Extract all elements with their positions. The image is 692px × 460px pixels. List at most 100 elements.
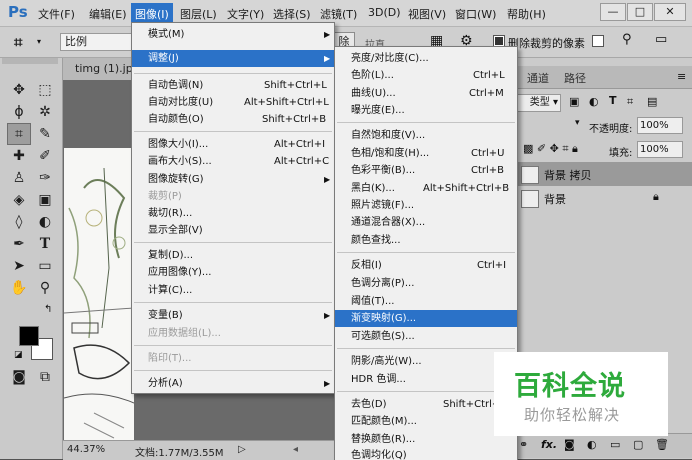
move-tool-icon[interactable]: ✥ [8, 80, 30, 100]
tab-paths[interactable]: 路径 [564, 70, 586, 86]
marquee-tool-icon[interactable]: ⬚ [34, 80, 56, 100]
crop-tool-icon[interactable]: ⌗ [7, 123, 31, 145]
menu-item-trim[interactable]: 裁切(R)... [132, 205, 334, 222]
menu-edit[interactable]: 编辑(E) [89, 6, 127, 22]
screen-mode-icon[interactable]: ⧉ [34, 367, 56, 387]
scroll-left-icon[interactable]: ◂ [293, 444, 298, 455]
type-tool-icon[interactable]: T [34, 234, 56, 254]
adjustment-layer-icon[interactable]: ◐ [587, 438, 597, 451]
history-brush-icon[interactable]: ✑ [34, 168, 56, 188]
add-mask-icon[interactable]: ◙ [564, 438, 575, 451]
dodge-tool-icon[interactable]: ◐ [34, 212, 56, 232]
eyedropper-icon[interactable]: ✎ [34, 124, 56, 144]
filter-pixel-icon[interactable]: ▣ [569, 95, 579, 108]
link-layers-icon[interactable]: ⚭ [519, 438, 528, 451]
healing-brush-icon[interactable]: ✚ [8, 146, 30, 166]
menu-item-desaturate[interactable]: 去色(D) Shift+Ctrl+ [335, 396, 517, 413]
zoom-level[interactable]: 44.37% [67, 444, 105, 455]
magic-wand-icon[interactable]: ✲ [34, 102, 56, 122]
menu-item-shadows-highlights[interactable]: 阴影/高光(W)... [335, 353, 517, 370]
filter-adjust-icon[interactable]: ◐ [589, 95, 599, 108]
minimize-button[interactable]: — [600, 3, 626, 21]
layer-row[interactable]: 背景 拷贝 [517, 162, 692, 186]
stamp-tool-icon[interactable]: ♙ [8, 168, 30, 188]
tool-preset-dropdown-icon[interactable]: ▾ [37, 37, 41, 46]
status-menu-arrow-icon[interactable]: ▷ [238, 444, 246, 455]
hand-tool-icon[interactable]: ✋ [8, 278, 30, 298]
search-icon[interactable]: ⚲ [622, 32, 632, 47]
content-aware-checkbox[interactable] [592, 35, 604, 47]
menu-item-variables[interactable]: 变量(B) ▶ [132, 307, 334, 324]
menu-item-channel-mixer[interactable]: 通道混合器(X)... [335, 214, 517, 231]
maximize-button[interactable]: □ [627, 3, 653, 21]
brush-tool-icon[interactable]: ✐ [34, 146, 56, 166]
menu-item-gradient-map[interactable]: 渐变映射(G)... [335, 310, 517, 327]
swap-colors-icon[interactable]: ↰ [44, 304, 52, 315]
lock-icons[interactable]: ▩ ✐ ✥ ⌗ 🔒︎ [523, 142, 578, 156]
filter-type-icon[interactable]: T [609, 94, 617, 107]
close-button[interactable]: ✕ [654, 3, 686, 21]
menu-item-auto-color[interactable]: 自动颜色(O) Shift+Ctrl+B [132, 111, 334, 128]
menu-item-canvas-size[interactable]: 画布大小(S)... Alt+Ctrl+C [132, 153, 334, 170]
menu-item-brightness-contrast[interactable]: 亮度/对比度(C)... [335, 50, 517, 67]
new-layer-icon[interactable]: ▢ [633, 438, 643, 451]
group-icon[interactable]: ▭ [610, 438, 620, 451]
workspace-icon[interactable]: ▭ [655, 32, 667, 47]
menu-item-levels[interactable]: 色阶(L)... Ctrl+L [335, 67, 517, 84]
gradient-tool-icon[interactable]: ▣ [34, 190, 56, 210]
document-tab[interactable]: timg (1).jpg [75, 62, 140, 75]
filter-shape-icon[interactable]: ⌗ [627, 95, 633, 109]
menu-item-threshold[interactable]: 阈值(T)... [335, 293, 517, 310]
menu-item-image-rotation[interactable]: 图像旋转(G) ▶ [132, 171, 334, 188]
menu-item-equalize[interactable]: 色调均化(Q) [335, 447, 517, 460]
menu-item-vibrance[interactable]: 自然饱和度(V)... [335, 127, 517, 144]
menu-item-match-color[interactable]: 匹配颜色(M)... [335, 413, 517, 430]
menu-item-hdr-toning[interactable]: HDR 色调... [335, 371, 517, 388]
eraser-tool-icon[interactable]: ◈ [8, 190, 30, 210]
menu-item-replace-color[interactable]: 替换颜色(R)... [335, 431, 517, 448]
blur-tool-icon[interactable]: ◊ [8, 212, 30, 232]
menu-item-selective-color[interactable]: 可选颜色(S)... [335, 328, 517, 345]
lasso-tool-icon[interactable]: ϕ [8, 102, 30, 122]
opacity-input[interactable]: 100% [637, 117, 683, 134]
menu-item-calculations[interactable]: 计算(C)... [132, 282, 334, 299]
menu-select[interactable]: 选择(S) [273, 6, 311, 22]
fill-input[interactable]: 100% [637, 141, 683, 158]
rectangle-tool-icon[interactable]: ▭ [34, 256, 56, 276]
menu-item-exposure[interactable]: 曝光度(E)... [335, 102, 517, 119]
trash-icon[interactable]: 🗑︎ [655, 438, 669, 451]
menu-filter[interactable]: 滤镜(T) [320, 6, 357, 22]
menu-item-photo-filter[interactable]: 照片滤镜(F)... [335, 197, 517, 214]
layer-filter-select[interactable]: 类型 ▾ [517, 94, 561, 112]
fx-icon[interactable]: fx. [541, 438, 557, 451]
menu-item-color-lookup[interactable]: 颜色查找... [335, 232, 517, 249]
blend-mode-arrow-icon[interactable]: ▾ [575, 118, 580, 128]
pen-tool-icon[interactable]: ✒ [8, 234, 30, 254]
layer-row[interactable]: 背景 🔒︎ [517, 186, 692, 210]
menu-item-auto-tone[interactable]: 自动色调(N) Shift+Ctrl+L [132, 77, 334, 94]
menu-item-reveal-all[interactable]: 显示全部(V) [132, 222, 334, 239]
menu-item-analysis[interactable]: 分析(A) ▶ [132, 375, 334, 392]
menu-item-auto-contrast[interactable]: 自动对比度(U) Alt+Shift+Ctrl+L [132, 94, 334, 111]
quick-mask-icon[interactable]: ◙ [8, 367, 30, 387]
menu-item-image-size[interactable]: 图像大小(I)... Alt+Ctrl+I [132, 136, 334, 153]
crop-tool-icon[interactable]: ⌗ [14, 33, 22, 51]
menu-item-apply-image[interactable]: 应用图像(Y)... [132, 264, 334, 281]
menu-item-mode[interactable]: 模式(M) ▶ [132, 26, 334, 43]
foreground-color-swatch[interactable] [19, 326, 39, 346]
menu-item-adjustments[interactable]: 调整(J) ▶ [132, 50, 334, 67]
menu-3d[interactable]: 3D(D) [368, 6, 401, 19]
filter-smart-icon[interactable]: ▤ [647, 95, 657, 108]
menu-view[interactable]: 视图(V) [408, 6, 446, 22]
menu-item-posterize[interactable]: 色调分离(P)... [335, 275, 517, 292]
menu-help[interactable]: 帮助(H) [507, 6, 546, 22]
menu-layer[interactable]: 图层(L) [180, 6, 217, 22]
default-colors-icon[interactable]: ◪ [14, 350, 23, 360]
path-select-icon[interactable]: ➤ [8, 256, 30, 276]
menu-item-invert[interactable]: 反相(I) Ctrl+I [335, 257, 517, 274]
panel-menu-icon[interactable]: ≡ [677, 70, 686, 83]
menu-item-black-white[interactable]: 黑白(K)... Alt+Shift+Ctrl+B [335, 180, 517, 197]
zoom-tool-icon[interactable]: ⚲ [34, 278, 56, 298]
menu-item-color-balance[interactable]: 色彩平衡(B)... Ctrl+B [335, 162, 517, 179]
menu-file[interactable]: 文件(F) [38, 6, 75, 22]
